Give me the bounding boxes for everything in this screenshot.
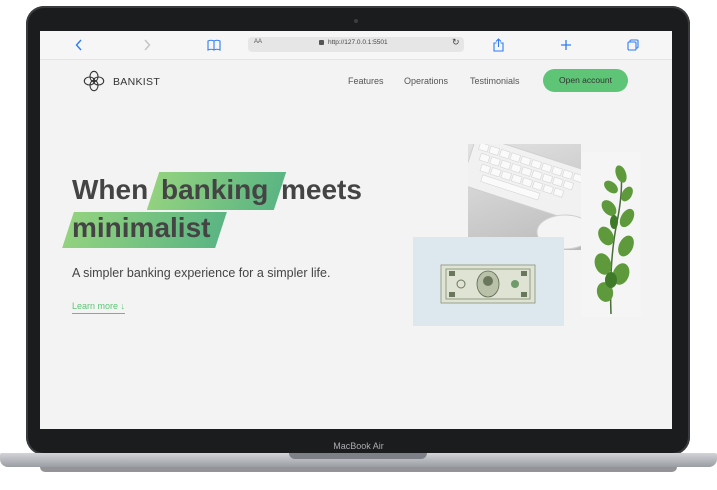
tabs-icon[interactable]	[627, 39, 639, 51]
url-text[interactable]: http://127.0.0.1:5501	[328, 39, 388, 46]
nav-link-features[interactable]: Features	[348, 76, 384, 86]
forward-icon[interactable]	[143, 39, 151, 51]
brand-name: BANKIST	[113, 76, 161, 88]
nav-link-testimonials[interactable]: Testimonials	[470, 76, 520, 86]
laptop-base-shadow	[40, 467, 677, 472]
address-bar[interactable]: AA http://127.0.0.1:5501 ↻	[248, 37, 464, 52]
hero-title-meets: meets	[281, 174, 362, 205]
laptop-base-notch	[289, 453, 427, 459]
hero-image-keyboard	[468, 144, 581, 250]
nav-link-operations[interactable]: Operations	[404, 76, 448, 86]
hero-image-plant	[581, 152, 641, 317]
new-tab-icon[interactable]	[560, 39, 572, 51]
bookmarks-icon[interactable]	[207, 39, 221, 51]
open-account-button[interactable]: Open account	[543, 69, 628, 92]
learn-more-link[interactable]: Learn more ↓	[72, 301, 126, 314]
camera	[354, 19, 358, 23]
bankist-logo-icon[interactable]	[83, 70, 105, 92]
share-icon[interactable]	[493, 38, 504, 52]
lock-icon	[319, 40, 324, 45]
hero-image-dollar-bill	[413, 237, 564, 326]
reload-icon[interactable]: ↻	[452, 37, 460, 48]
browser-toolbar: AA http://127.0.0.1:5501 ↻	[40, 31, 672, 60]
hero-title-minimalist: minimalist	[72, 212, 211, 243]
hero-title-banking: banking	[161, 174, 269, 205]
hero-title-when: When	[72, 174, 149, 205]
text-size-button[interactable]: AA	[254, 39, 262, 45]
back-icon[interactable]	[75, 39, 83, 51]
model-label: MacBook Air	[333, 441, 384, 451]
screen: AA http://127.0.0.1:5501 ↻ BANKIST Featu…	[40, 31, 672, 429]
hero-subtitle: A simpler banking experience for a simpl…	[72, 266, 331, 280]
